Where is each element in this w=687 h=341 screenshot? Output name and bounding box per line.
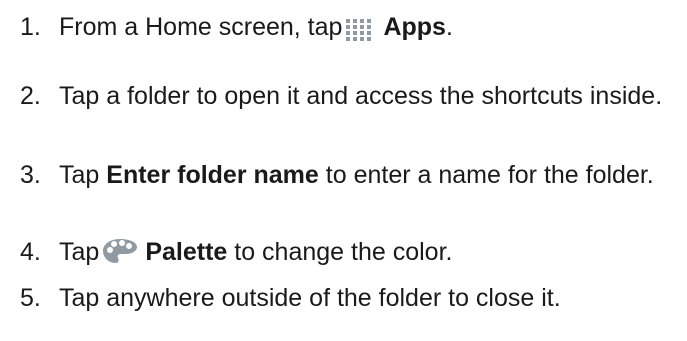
palette-label: Palette bbox=[145, 238, 228, 266]
step-text-after: to change the color. bbox=[227, 238, 453, 266]
step-4: 4. Tap Palette to change the color. bbox=[20, 235, 683, 276]
apps-grid-icon bbox=[344, 17, 377, 51]
step-3: 3. Tap Enter folder name to enter a name… bbox=[20, 158, 683, 192]
step-text-before: Tap bbox=[59, 238, 100, 266]
instruction-steps: 1. From a Home screen, tap Apps. 2. Tap a… bbox=[0, 0, 687, 341]
step-text: From a Home screen, tap Apps. bbox=[59, 10, 683, 51]
step-text-before: From a Home screen, tap bbox=[59, 13, 343, 41]
step-text: Tap a folder to open it and access the s… bbox=[59, 82, 663, 110]
step-2: 2. Tap a folder to open it and access th… bbox=[20, 79, 683, 113]
step-number: 3. bbox=[20, 161, 41, 189]
step-text-before: Tap bbox=[59, 161, 107, 189]
palette-icon bbox=[101, 237, 139, 276]
step-1: 1. From a Home screen, tap Apps. bbox=[20, 10, 683, 51]
enter-folder-name-label: Enter folder name bbox=[106, 161, 319, 189]
step-text-after: to enter a name for the folder. bbox=[318, 161, 654, 189]
step-5: 5. Tap anywhere outside of the folder to… bbox=[20, 281, 683, 315]
step-text-after: . bbox=[445, 13, 453, 41]
step-number: 2. bbox=[20, 82, 41, 110]
step-text: Tap Palette to change the color. bbox=[59, 235, 683, 276]
step-text: Tap anywhere outside of the folder to cl… bbox=[59, 284, 561, 312]
step-number: 5. bbox=[20, 284, 41, 312]
step-text: Tap Enter folder name to enter a name fo… bbox=[59, 158, 683, 192]
step-number: 1. bbox=[20, 13, 41, 41]
step-number: 4. bbox=[20, 238, 41, 266]
apps-label: Apps bbox=[383, 13, 446, 41]
